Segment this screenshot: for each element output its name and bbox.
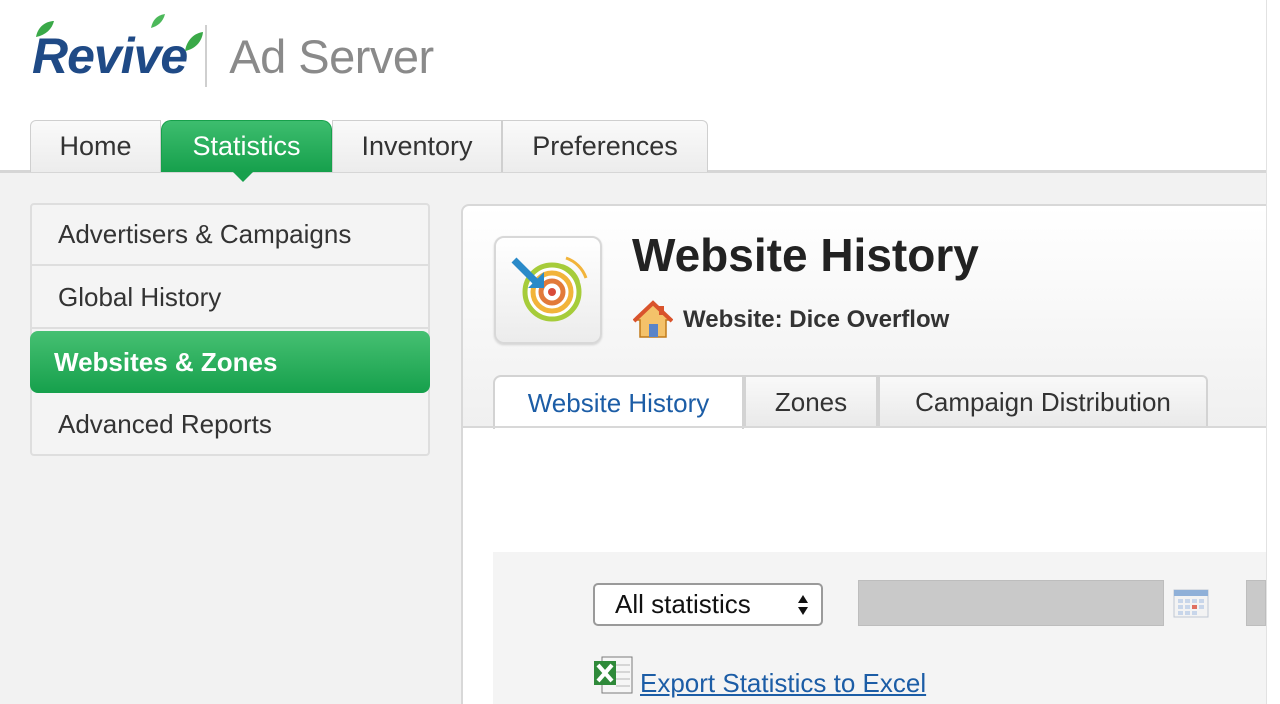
leaf-icon	[36, 21, 54, 37]
nav-tab-home[interactable]: Home	[30, 120, 161, 172]
tab-website-history[interactable]: Website History	[493, 375, 744, 429]
sidebar-item-websites-zones[interactable]: Websites & Zones	[30, 331, 430, 393]
period-select[interactable]: All statistics	[593, 583, 823, 626]
start-date-input[interactable]	[858, 580, 1164, 626]
breadcrumb[interactable]: Website: Dice Overflow	[683, 306, 949, 334]
page-title: Website History	[632, 229, 979, 281]
sidebar-item-advertisers-campaigns[interactable]: Advertisers & Campaigns	[32, 205, 428, 266]
tab-zones[interactable]: Zones	[744, 375, 878, 428]
main-nav: Home Statistics Inventory Preferences	[30, 120, 708, 182]
tab-campaign-distribution[interactable]: Campaign Distribution	[878, 375, 1208, 428]
sidebar: Advertisers & Campaigns Global History W…	[30, 203, 430, 456]
calendar-icon[interactable]	[1173, 587, 1209, 618]
sidebar-item-advanced-reports[interactable]: Advanced Reports	[32, 394, 428, 455]
sub-tabs: Website History Zones Campaign Distribut…	[493, 375, 1208, 429]
target-icon	[511, 256, 588, 322]
logo: Revive Ad Server	[32, 14, 434, 94]
excel-icon	[594, 656, 633, 694]
nav-tab-statistics[interactable]: Statistics	[161, 120, 332, 182]
period-select-value: All statistics	[615, 589, 751, 619]
sidebar-item-global-history[interactable]: Global History	[32, 268, 428, 329]
website-stats-icon	[494, 236, 602, 344]
nav-tab-inventory[interactable]: Inventory	[332, 120, 502, 172]
end-date-input[interactable]	[1246, 580, 1266, 626]
leaf-icon	[185, 32, 204, 51]
select-arrows-icon	[798, 595, 808, 615]
nav-tab-preferences[interactable]: Preferences	[502, 120, 708, 172]
export-excel-link[interactable]: Export Statistics to Excel	[640, 668, 926, 699]
logo-brand: Revive	[32, 14, 204, 85]
window-edge	[1266, 0, 1280, 704]
subtab-divider	[463, 426, 1266, 428]
logo-product: Ad Server	[229, 29, 434, 83]
app-window: Revive Ad Server Home Statistics Invento…	[0, 0, 1280, 704]
leaf-icon	[151, 14, 165, 28]
logo-divider	[205, 25, 208, 87]
house-icon	[633, 300, 673, 338]
